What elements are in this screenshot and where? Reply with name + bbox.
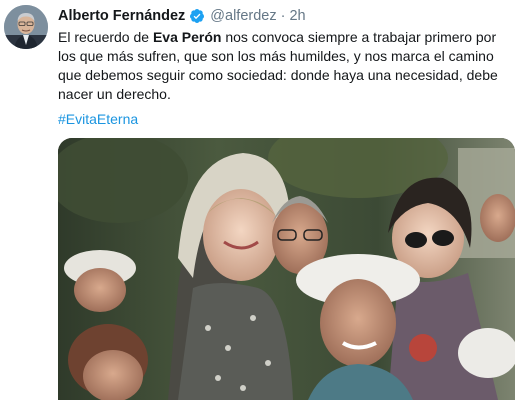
tweet-photo[interactable]: [58, 138, 515, 400]
tweet[interactable]: Alberto Fernández @alferdez · 2h El recu…: [0, 0, 521, 400]
photo-image: [58, 138, 515, 400]
separator-dot: ·: [280, 8, 286, 24]
tweet-header: Alberto Fernández @alferdez · 2h: [58, 7, 306, 25]
author-handle[interactable]: @alferdez: [210, 8, 276, 24]
verified-badge-icon: [189, 8, 205, 24]
tweet-text: El recuerdo de Eva Perón nos convoca sie…: [58, 28, 514, 104]
tweet-text-bold: Eva Perón: [152, 29, 222, 45]
tweet-text-part1: El recuerdo de: [58, 29, 153, 45]
avatar[interactable]: [4, 5, 48, 49]
hashtag-link[interactable]: #EvitaEterna: [58, 110, 138, 129]
avatar-image: [4, 5, 48, 49]
author-name[interactable]: Alberto Fernández: [58, 8, 185, 24]
timestamp[interactable]: 2h: [289, 8, 305, 24]
